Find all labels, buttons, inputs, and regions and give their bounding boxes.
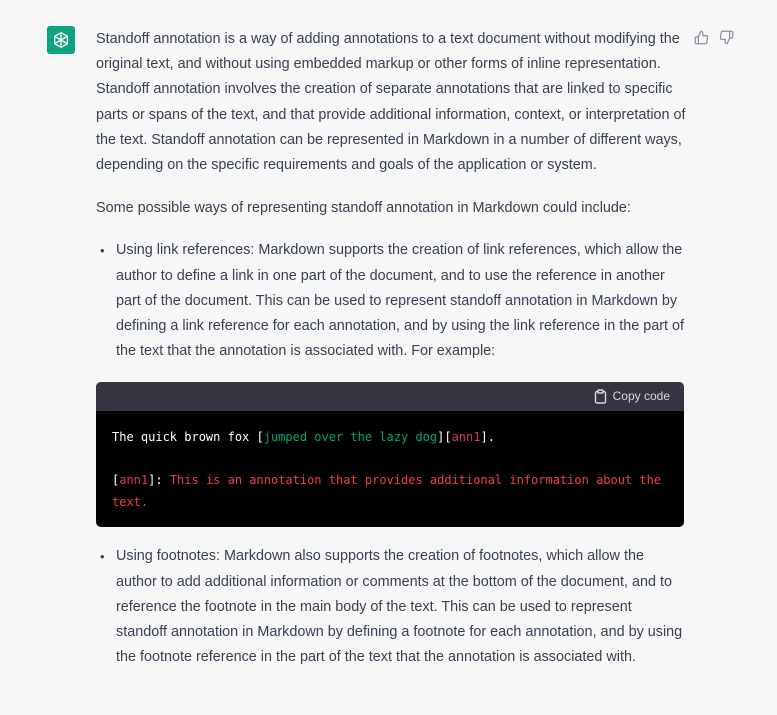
- assistant-avatar: [47, 26, 75, 54]
- list-item-text: Using link references: Markdown supports…: [116, 242, 684, 360]
- code-line: The quick brown fox [jumped over the laz…: [112, 427, 668, 449]
- code-token-ref: ann1: [119, 473, 149, 488]
- code-token: ]:: [148, 473, 163, 488]
- code-block-header: Copy code: [96, 382, 684, 412]
- code-block: Copy code The quick brown fox [jumped ov…: [96, 382, 684, 528]
- thumbs-up-button[interactable]: [693, 29, 709, 45]
- code-content: The quick brown fox [jumped over the laz…: [96, 411, 684, 527]
- thumbs-down-icon: [719, 30, 733, 44]
- bullet-marker: •: [100, 243, 105, 259]
- code-token: The quick brown fox: [112, 430, 257, 445]
- openai-logo-icon: [54, 31, 69, 48]
- list-item: • Using link references: Markdown suppor…: [96, 238, 686, 364]
- feedback-controls: [693, 29, 734, 45]
- code-token: [: [256, 430, 264, 445]
- bullet-marker: •: [100, 549, 105, 565]
- assistant-message: Standoff annotation is a way of adding a…: [96, 27, 686, 670]
- list-item-text: Using footnotes: Markdown also supports …: [116, 548, 683, 666]
- thumbs-up-icon: [694, 30, 708, 44]
- copy-code-label: Copy code: [612, 389, 670, 404]
- code-line: [ann1]: This is an annotation that provi…: [112, 470, 668, 513]
- message-paragraph: Some possible ways of representing stand…: [96, 200, 631, 217]
- code-token-link-text: jumped over the lazy dog: [263, 430, 438, 445]
- list-item: • Using footnotes: Markdown also support…: [96, 544, 686, 670]
- clipboard-icon: [594, 389, 606, 405]
- code-token: ][: [437, 430, 452, 445]
- code-token-definition: This is an annotation that provides addi…: [112, 473, 669, 509]
- code-token-ref: ann1: [451, 430, 481, 445]
- message-paragraph: Standoff annotation is a way of adding a…: [96, 31, 686, 174]
- copy-code-button[interactable]: Copy code: [594, 384, 670, 409]
- thumbs-down-button[interactable]: [718, 29, 734, 45]
- code-token: ].: [480, 430, 495, 445]
